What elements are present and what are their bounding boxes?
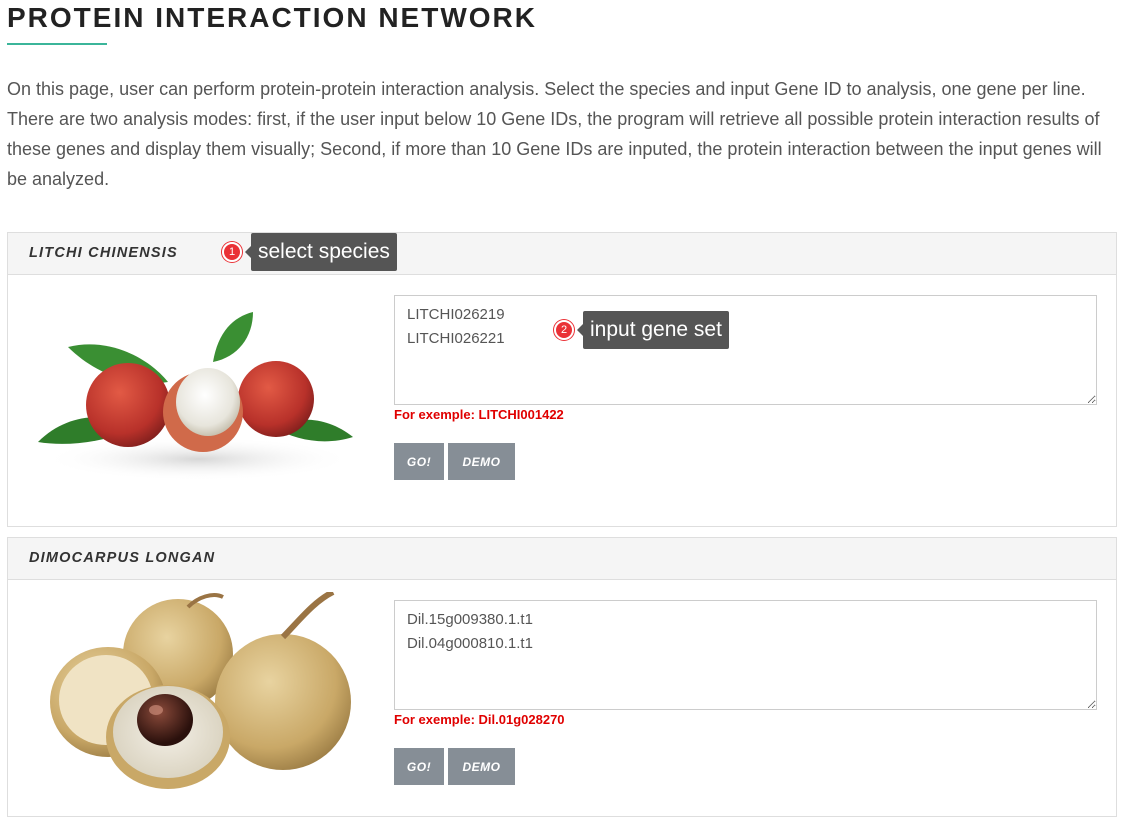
annotation-tooltip-input-gene-set: input gene set [577,311,729,349]
species-panel-litchi: LITCHI CHINENSIS LITCHI026219 LITCHI0262… [7,232,1117,527]
page-title: PROTEIN INTERACTION NETWORK [7,2,537,33]
litchi-image [38,312,353,481]
annotation-badge-2: 2 [554,320,574,340]
species-panel-longan: DIMOCARPUS LONGAN Dil.15g009380.1.t1 Dil… [7,537,1117,817]
species-name[interactable]: DIMOCARPUS LONGAN [29,550,215,566]
go-button[interactable]: GO! [394,443,444,480]
go-button[interactable]: GO! [394,748,444,785]
annotation-badge-1: 1 [222,242,242,262]
gene-id-input[interactable] [394,600,1097,710]
example-text: For exemple: LITCHI001422 [394,407,564,422]
gene-id-input[interactable] [394,295,1097,405]
example-text: For exemple: Dil.01g028270 [394,712,565,727]
demo-button[interactable]: DEMO [448,443,515,480]
intro-text: On this page, user can perform protein-p… [7,79,1102,189]
title-underline [7,43,107,45]
panel-heading[interactable]: DIMOCARPUS LONGAN [8,538,1116,580]
panel-heading[interactable]: LITCHI CHINENSIS [8,233,1116,275]
annotation-tooltip-select-species: select species [245,233,397,271]
species-name[interactable]: LITCHI CHINENSIS [29,245,178,261]
demo-button[interactable]: DEMO [448,748,515,785]
longan-image [50,592,351,789]
